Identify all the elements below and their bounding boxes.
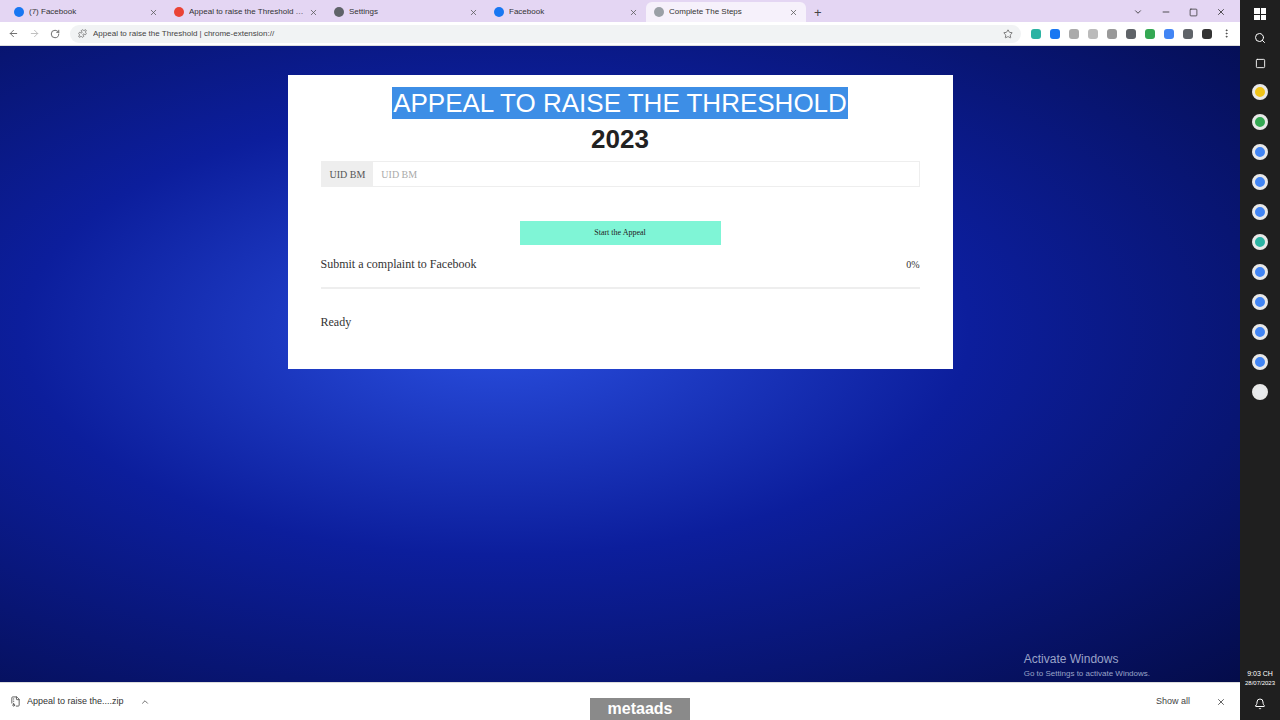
extension-icon[interactable] (1145, 29, 1155, 39)
favicon-icon (494, 7, 504, 17)
app-icon[interactable] (1252, 294, 1268, 310)
extension-icon[interactable] (1202, 29, 1212, 39)
extension-icon[interactable] (1107, 29, 1117, 39)
reload-icon[interactable] (50, 29, 60, 39)
app-icon[interactable] (1252, 234, 1268, 250)
progress-row: Submit a complaint to Facebook0% (321, 255, 920, 273)
uid-input-group: UID BM (321, 161, 920, 187)
zip-file-icon (10, 696, 21, 707)
app-icon[interactable] (1252, 324, 1268, 340)
favicon-icon (174, 7, 184, 17)
address-bar[interactable]: Appeal to raise the Threshold | chrome-e… (70, 25, 1021, 43)
favicon-icon (14, 7, 24, 17)
notification-icon[interactable] (1254, 698, 1266, 710)
tab-search-icon[interactable] (1133, 7, 1143, 17)
extension-icon[interactable] (1050, 29, 1060, 39)
close-tab-icon[interactable] (789, 8, 798, 17)
start-appeal-button[interactable]: Start the Appeal (520, 221, 721, 245)
app-icon[interactable] (1252, 144, 1268, 160)
download-menu-icon[interactable] (140, 697, 150, 707)
extension-icon[interactable] (1088, 29, 1098, 39)
close-tab-icon[interactable] (629, 8, 638, 17)
windows-start-icon[interactable] (1254, 8, 1266, 20)
close-tab-icon[interactable] (309, 8, 318, 17)
browser-tab[interactable]: Complete The Steps (646, 2, 806, 22)
extension-icon[interactable] (1183, 29, 1193, 39)
uid-input[interactable] (373, 162, 918, 186)
menu-icon[interactable] (1221, 28, 1232, 39)
bookmark-icon[interactable] (1003, 29, 1013, 39)
browser-tab[interactable]: Settings (326, 2, 486, 22)
clock[interactable]: 9:03 CH28/07/2023 (1245, 669, 1275, 688)
download-item[interactable]: Appeal to raise the....zip (10, 695, 150, 709)
extension-icon (78, 29, 87, 38)
close-tab-icon[interactable] (469, 8, 478, 17)
favicon-icon (654, 7, 664, 17)
maximize-icon[interactable] (1189, 8, 1198, 17)
activation-watermark: Activate WindowsGo to Settings to activa… (1024, 650, 1150, 680)
app-icon[interactable] (1252, 384, 1268, 400)
appeal-card: APPEAL TO RAISE THE THRESHOLD 2023 UID BM S… (288, 75, 953, 369)
app-icon[interactable] (1252, 174, 1268, 190)
new-tab-button[interactable]: + (806, 6, 830, 22)
extension-icon[interactable] (1069, 29, 1079, 39)
extension-icon[interactable] (1126, 29, 1136, 39)
card-title: APPEAL TO RAISE THE THRESHOLD (392, 87, 848, 119)
show-all-button[interactable]: Show all (1156, 695, 1190, 709)
browser-tab[interactable]: Appeal to raise the Threshold -... (166, 2, 326, 22)
extension-icon[interactable] (1031, 29, 1041, 39)
app-icon[interactable] (1252, 354, 1268, 370)
search-icon[interactable] (1254, 32, 1266, 44)
taskbar: 9:03 CH28/07/2023 (1240, 0, 1280, 720)
browser-window: (7) FacebookAppeal to raise the Threshol… (0, 0, 1240, 720)
metaads-logo: metaads (590, 698, 690, 720)
forward-icon[interactable] (29, 28, 40, 39)
screen: (7) FacebookAppeal to raise the Threshol… (0, 0, 1280, 720)
back-icon[interactable] (8, 28, 19, 39)
browser-tab[interactable]: (7) Facebook (6, 2, 166, 22)
page: APPEAL TO RAISE THE THRESHOLD 2023 UID BM S… (0, 46, 1240, 682)
extension-icon[interactable] (1164, 29, 1174, 39)
progress-bar (321, 287, 920, 289)
app-icon[interactable] (1252, 84, 1268, 100)
toolbar: Appeal to raise the Threshold | chrome-e… (0, 22, 1240, 46)
close-window-icon[interactable] (1216, 7, 1226, 17)
close-downloads-icon[interactable] (1216, 697, 1226, 707)
app-icon[interactable] (1252, 264, 1268, 280)
status-text: Ready (321, 313, 920, 331)
minimize-icon[interactable] (1161, 7, 1171, 17)
favicon-icon (334, 7, 344, 17)
browser-tab[interactable]: Facebook (486, 2, 646, 22)
close-tab-icon[interactable] (149, 8, 158, 17)
task-view-icon[interactable] (1255, 58, 1266, 69)
input-addon: UID BM (322, 162, 374, 186)
card-year: 2023 (321, 123, 920, 155)
app-icon[interactable] (1252, 204, 1268, 220)
app-icon[interactable] (1252, 114, 1268, 130)
tab-strip: (7) FacebookAppeal to raise the Threshol… (0, 0, 1240, 22)
